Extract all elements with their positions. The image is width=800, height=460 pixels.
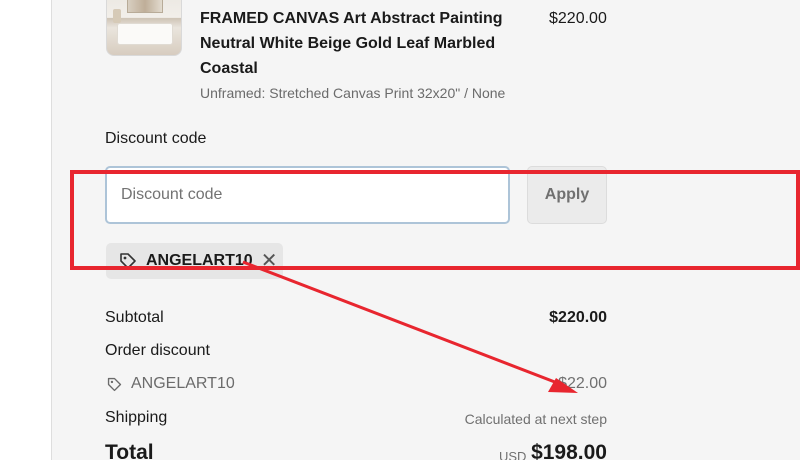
shipping-label: Shipping <box>105 409 168 426</box>
tag-icon <box>107 377 122 391</box>
product-variant: Unframed: Stretched Canvas Print 32x20" … <box>200 85 506 101</box>
total-currency: USD <box>499 449 527 460</box>
total-value: $198.00 <box>531 441 607 460</box>
order-discount-code: ANGELART10 <box>131 375 235 392</box>
page-left-gutter <box>0 0 52 460</box>
product-thumbnail <box>106 0 182 56</box>
product-title: FRAMED CANVAS Art Abstract Painting Neut… <box>200 10 503 77</box>
total-label: Total <box>105 441 154 460</box>
order-discount-code-row: ANGELART10 <box>106 375 235 393</box>
subtotal-value: $220.00 <box>549 309 607 326</box>
remove-discount-icon[interactable]: ✕ <box>261 251 278 271</box>
product-price: $220.00 <box>549 10 607 27</box>
applied-discount-chip: ANGELART10 ✕ <box>106 243 283 279</box>
tag-icon <box>120 253 136 269</box>
annotation-arrow-line <box>242 261 566 387</box>
thumbnail-bed <box>117 23 173 45</box>
applied-discount-code: ANGELART10 <box>146 252 253 269</box>
thumbnail-lamp <box>113 9 121 23</box>
discount-section-label: Discount code <box>105 130 207 147</box>
shipping-value: Calculated at next step <box>464 411 607 427</box>
subtotal-label: Subtotal <box>105 309 164 326</box>
discount-code-input[interactable] <box>105 166 510 224</box>
order-discount-value: -$22.00 <box>552 375 607 392</box>
order-discount-label: Order discount <box>105 342 210 359</box>
annotation-arrow-line-thick <box>242 260 561 386</box>
apply-button[interactable]: Apply <box>527 166 607 224</box>
thumbnail-artwork <box>127 0 163 13</box>
